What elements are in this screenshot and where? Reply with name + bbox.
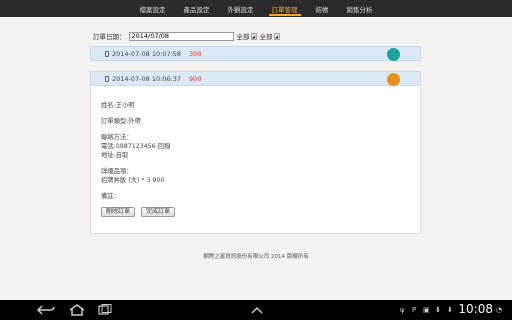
clock: 10:08 — [458, 302, 493, 316]
order-datetime: 2014-07-08 10:07:58 — [112, 49, 182, 58]
p-icon: P — [412, 306, 417, 314]
order-amount: 900 — [189, 74, 202, 83]
footer-copyright: 網際之星資訊股份有限公司 2014 版權所有 — [203, 254, 309, 260]
nav-item-checkout[interactable]: 結帳 — [307, 0, 338, 17]
delete-order-button[interactable]: 刪除訂單 — [101, 207, 136, 217]
order-datetime: 2014-07-08 10:06:37 — [112, 74, 182, 83]
customer-name: 姓名:王小明 — [101, 102, 135, 109]
wifi-icon: ◔ — [496, 306, 503, 314]
order-type: 訂單類型:外帶 — [101, 118, 141, 125]
chevron-up-icon[interactable] — [250, 304, 264, 316]
order-status-dot[interactable] — [387, 73, 400, 86]
phone-icon — [105, 75, 109, 82]
order-date-input[interactable] — [128, 31, 234, 41]
system-nav-bar: ψ P ▣ ⬇ ⬇ 10:08 ◔ — [0, 300, 512, 320]
home-icon[interactable] — [68, 304, 86, 316]
items-label: 詳細品項： — [101, 168, 133, 175]
order-filter: 訂單日期： 全部 ◢ 全部 ◢ — [93, 31, 280, 41]
complete-order-button[interactable]: 完成訂單 — [141, 207, 176, 217]
nav-item-file-settings[interactable]: 檔案設定 — [131, 0, 175, 17]
contact-phone: 電話:0987123456 回撥 — [101, 143, 171, 150]
sd-card-icon: ▣ — [423, 306, 430, 314]
contact-label: 聯絡方法： — [101, 134, 133, 141]
recent-apps-icon[interactable] — [98, 304, 112, 316]
nav-item-sales-analysis[interactable]: 銷售分析 — [338, 0, 382, 17]
order-row[interactable]: 2014-07-08 10:06:37 900 — [90, 71, 421, 86]
filter-select-2-value: 全部 — [259, 33, 273, 41]
top-nav: 檔案設定 產品設定 外觀設定 訂單管理 結帳 銷售分析 — [0, 0, 512, 17]
usb-icon: ψ — [400, 306, 405, 314]
download-icon: ⬇ — [435, 306, 441, 314]
filter-select-1[interactable]: 全部 ◢ — [237, 32, 257, 41]
note-label: 備註： — [101, 193, 120, 200]
item-line: 招牌丼飯 (大) * 3 900 — [101, 177, 165, 184]
order-row[interactable]: 2014-07-08 10:07:58 300 — [90, 46, 421, 61]
nav-item-appearance-settings[interactable]: 外觀設定 — [219, 0, 263, 17]
download-icon: ⬇ — [447, 306, 453, 314]
contact-address: 地址:自取 — [101, 152, 129, 159]
order-status-dot[interactable] — [387, 48, 400, 61]
order-date-label: 訂單日期： — [93, 33, 126, 41]
filter-select-2[interactable]: 全部 ◢ — [260, 32, 280, 41]
phone-icon — [105, 50, 109, 57]
filter-select-1-value: 全部 — [236, 33, 250, 41]
select-arrow-icon: ◢ — [250, 32, 257, 40]
nav-item-order-management[interactable]: 訂單管理 — [263, 0, 307, 17]
order-amount: 300 — [189, 49, 202, 58]
order-detail-panel: 姓名:王小明 訂單類型:外帶 聯絡方法： 電話:0987123456 回撥 地址… — [90, 86, 421, 234]
nav-item-product-settings[interactable]: 產品設定 — [175, 0, 219, 17]
select-arrow-icon: ◢ — [273, 32, 280, 40]
back-icon[interactable] — [36, 304, 56, 316]
